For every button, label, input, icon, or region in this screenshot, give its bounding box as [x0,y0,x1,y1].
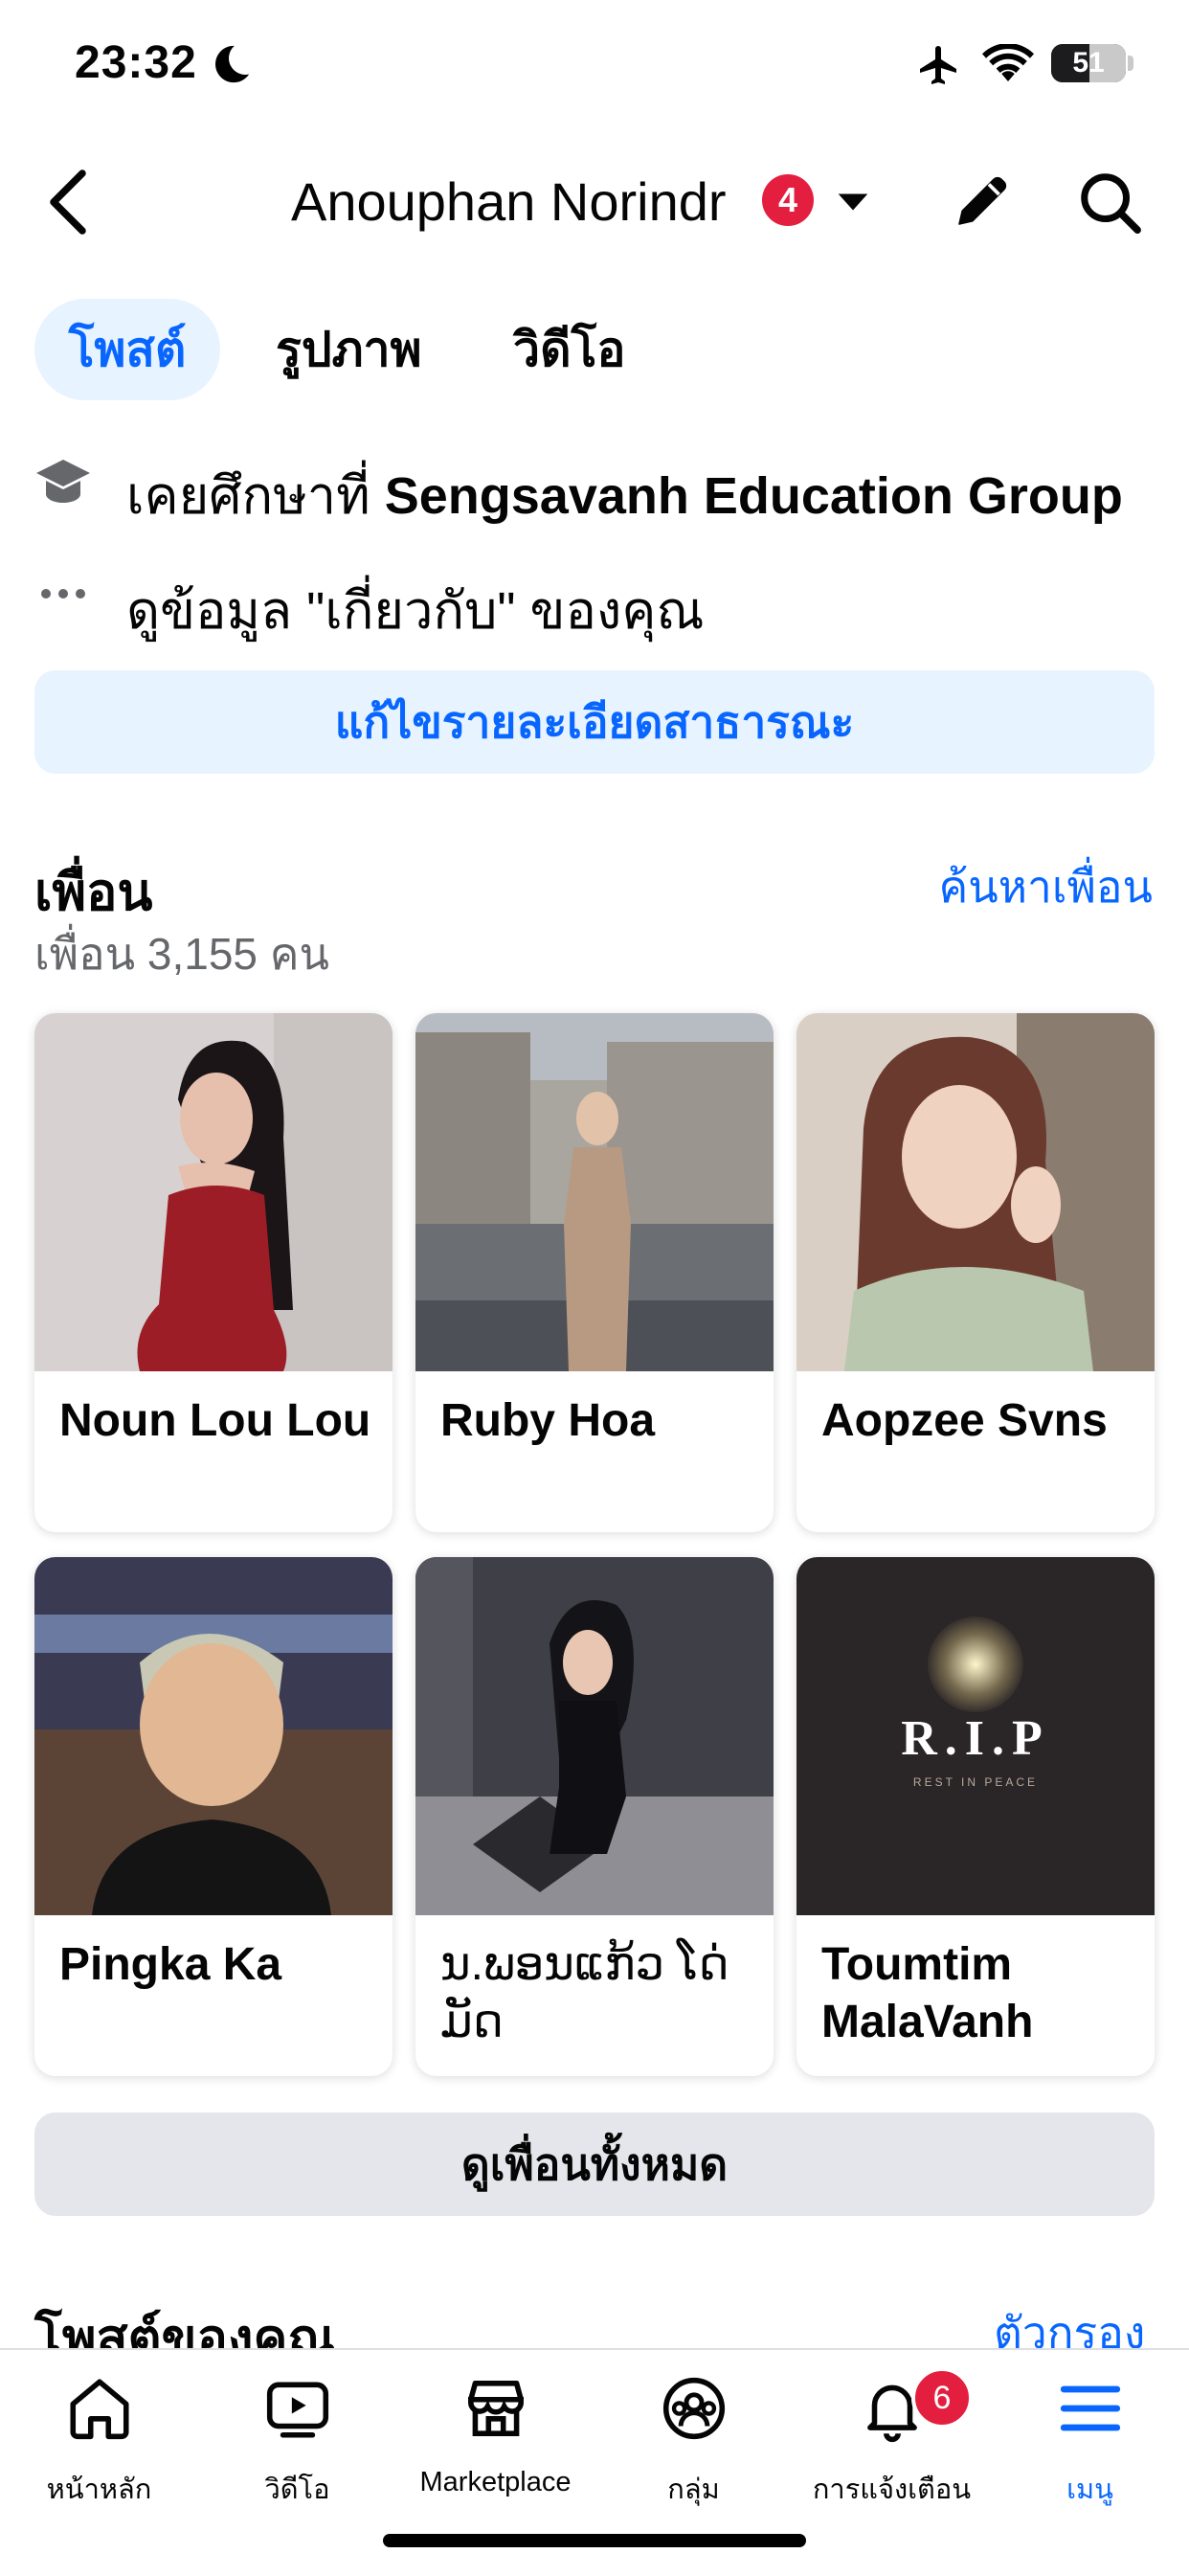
pencil-icon[interactable] [952,170,1013,232]
airplane-mode-icon [920,46,956,84]
tab-posts[interactable]: โพสต์ [34,299,220,400]
rip-text: R.I.P [901,1711,1050,1766]
nav-label: หน้าหลัก [46,2474,152,2505]
battery-level-text: 51 [1072,47,1105,79]
caret-down-icon[interactable] [837,192,869,213]
profile-switch-badge: 4 [762,174,814,226]
friend-name: Ruby Hoa [440,1395,656,1446]
nav-home[interactable]: หน้าหลัก [0,2350,198,2576]
marketplace-icon [468,2381,524,2436]
back-arrow-icon[interactable] [44,169,92,236]
more-dots-icon [41,589,85,599]
nav-label: Marketplace [419,2467,572,2497]
friends-count: เพื่อน 3,155 คน [34,929,330,979]
nav-label: การแจ้งเตือน [812,2474,972,2505]
friend-card[interactable]: Ruby Hoa [415,1013,774,1532]
video-icon [266,2382,329,2438]
friend-photo [415,1013,774,1371]
friend-photo [34,1557,393,1915]
friend-name: ນ.ພອນແກ້ວ ໂດ່ມັດ [440,1939,729,2047]
friend-card[interactable]: R.I.P REST IN PEACE Toumtim MalaVanh [796,1557,1155,2076]
friend-name: Noun Lou Lou [59,1395,371,1446]
nav-notifications[interactable]: 6 การแจ้งเตือน [793,2350,991,2576]
friend-card[interactable]: ນ.ພອນແກ້ວ ໂດ່ມັດ [415,1557,774,2076]
education-place[interactable]: Sengsavanh Education Group [385,467,1123,525]
intro-education: เคยศึกษาที่ Sengsavanh Education Group [126,454,1123,536]
groups-icon [662,2377,726,2440]
menu-icon [1060,2385,1121,2431]
graduation-cap-icon [36,460,90,503]
tab-photos[interactable]: รูปภาพ [276,299,422,400]
rip-image: R.I.P REST IN PEACE [796,1557,1155,1915]
friend-card[interactable]: Pingka Ka [34,1557,393,2076]
notification-badge: 6 [911,2367,973,2429]
friend-photo [34,1013,393,1371]
nav-label: กลุ่ม [667,2474,720,2505]
status-time: 23:32 [75,37,197,88]
search-icon[interactable] [1076,169,1143,236]
tab-videos[interactable]: วิดีโอ [513,299,625,400]
nav-label: เมนู [1066,2474,1113,2505]
find-friends-link[interactable]: ค้นหาเพื่อน [939,852,1154,922]
friend-card[interactable]: Aopzee Svns [796,1013,1155,1532]
see-about-link[interactable]: ดูข้อมูล "เกี่ยวกับ" ของคุณ [126,569,704,651]
rip-subtext: REST IN PEACE [912,1775,1039,1789]
moon-icon [215,45,250,83]
edit-public-details-button[interactable]: แก้ไขรายละเอียดสาธารณะ [34,670,1155,774]
friend-photo [415,1557,774,1915]
home-indicator [383,2534,806,2547]
friend-photo [796,1013,1155,1371]
profile-name-title[interactable]: Anouphan Norindr [291,170,727,233]
friend-card[interactable]: Noun Lou Lou [34,1013,393,1532]
friend-name: Aopzee Svns [821,1395,1108,1446]
nav-video[interactable]: วิดีโอ [198,2350,396,2576]
nav-menu[interactable]: เมนู [991,2350,1189,2576]
see-all-friends-button[interactable]: ดูเพื่อนทั้งหมด [34,2113,1155,2216]
battery-cap [1128,56,1133,71]
friend-name: Toumtim MalaVanh [821,1939,1034,2047]
education-prefix: เคยศึกษาที่ [126,467,370,525]
friend-name: Pingka Ka [59,1939,282,1990]
nav-label: วิดีโอ [264,2474,330,2505]
home-icon [70,2379,129,2440]
battery-indicator: 51 [1051,44,1126,82]
wifi-icon [982,44,1034,81]
